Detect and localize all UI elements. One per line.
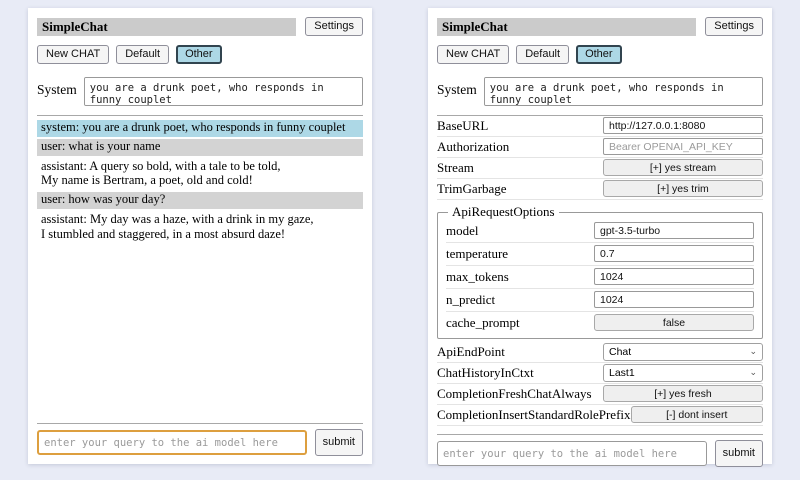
divider [37, 423, 363, 424]
trimgarbage-label: TrimGarbage [437, 181, 603, 197]
completion-insert-toggle-button[interactable]: [-] dont insert [631, 406, 763, 423]
api-endpoint-selected-value: Chat [609, 346, 631, 358]
stream-toggle-button[interactable]: [+] yes stream [603, 159, 763, 176]
setting-row-trimgarbage: TrimGarbage [+] yes trim [437, 179, 763, 200]
setting-row-baseurl: BaseURL [437, 116, 763, 137]
max-tokens-input[interactable] [594, 268, 754, 285]
settings-button[interactable]: Settings [705, 17, 763, 36]
divider [437, 434, 763, 435]
chat-history-selected-value: Last1 [609, 367, 635, 379]
setting-row-max-tokens: max_tokens [446, 266, 754, 289]
setting-row-stream: Stream [+] yes stream [437, 158, 763, 179]
query-input[interactable] [37, 430, 307, 455]
setting-row-authorization: Authorization [437, 137, 763, 158]
settings-button[interactable]: Settings [305, 17, 363, 36]
authorization-input[interactable] [603, 138, 763, 155]
setting-row-completion-fresh: CompletionFreshChatAlways [+] yes fresh [437, 384, 763, 405]
temperature-label: temperature [446, 246, 594, 262]
api-endpoint-label: ApiEndPoint [437, 344, 603, 360]
model-input[interactable] [594, 222, 754, 239]
system-prompt-input[interactable]: you are a drunk poet, who responds in fu… [484, 77, 763, 106]
session-default-button[interactable]: Default [116, 45, 169, 64]
chat-panel: SimpleChat Settings New CHAT Default Oth… [28, 8, 372, 464]
titlebar: SimpleChat Settings [37, 17, 363, 36]
settings-panel: SimpleChat Settings New CHAT Default Oth… [428, 8, 772, 464]
stream-label: Stream [437, 160, 603, 176]
session-other-button[interactable]: Other [576, 45, 622, 64]
chat-history-select[interactable]: Last1 ⌄ [603, 364, 763, 382]
chat-message-system: system: you are a drunk poet, who respon… [37, 120, 363, 137]
system-prompt-input[interactable]: you are a drunk poet, who responds in fu… [84, 77, 363, 106]
chat-message-assistant: assistant: A query so bold, with a tale … [37, 158, 363, 191]
temperature-input[interactable] [594, 245, 754, 262]
chat-history-label: ChatHistoryInCtxt [437, 365, 603, 381]
trimgarbage-toggle-button[interactable]: [+] yes trim [603, 180, 763, 197]
n-predict-input[interactable] [594, 291, 754, 308]
submit-button[interactable]: submit [315, 429, 363, 456]
system-prompt-row: System you are a drunk poet, who respond… [37, 77, 363, 106]
chat-message-list: system: you are a drunk poet, who respon… [37, 120, 363, 245]
new-chat-button[interactable]: New CHAT [37, 45, 109, 64]
api-request-options-group: ApiRequestOptions model temperature max_… [437, 204, 763, 339]
session-buttons: New CHAT Default Other [437, 45, 763, 64]
divider [37, 115, 363, 116]
titlebar: SimpleChat Settings [437, 17, 763, 36]
setting-row-temperature: temperature [446, 243, 754, 266]
model-label: model [446, 223, 594, 239]
chat-message-user: user: what is your name [37, 139, 363, 156]
chevron-down-icon: ⌄ [749, 368, 757, 377]
cache-prompt-toggle-button[interactable]: false [594, 314, 754, 331]
cache-prompt-label: cache_prompt [446, 315, 594, 331]
app-title: SimpleChat [37, 18, 296, 36]
setting-row-chat-history: ChatHistoryInCtxt Last1 ⌄ [437, 363, 763, 384]
session-buttons: New CHAT Default Other [37, 45, 363, 64]
completion-fresh-toggle-button[interactable]: [+] yes fresh [603, 385, 763, 402]
query-row: submit [37, 429, 363, 456]
session-default-button[interactable]: Default [516, 45, 569, 64]
authorization-label: Authorization [437, 139, 603, 155]
chat-message-assistant: assistant: My day was a haze, with a dri… [37, 211, 363, 244]
new-chat-button[interactable]: New CHAT [437, 45, 509, 64]
system-prompt-row: System you are a drunk poet, who respond… [437, 77, 763, 106]
completion-insert-label: CompletionInsertStandardRolePrefix [437, 407, 631, 423]
system-label: System [437, 77, 477, 98]
baseurl-input[interactable] [603, 117, 763, 134]
system-label: System [37, 77, 77, 98]
setting-row-api-endpoint: ApiEndPoint Chat ⌄ [437, 342, 763, 363]
setting-row-n-predict: n_predict [446, 289, 754, 312]
chevron-down-icon: ⌄ [749, 347, 757, 356]
api-endpoint-select[interactable]: Chat ⌄ [603, 343, 763, 361]
submit-button[interactable]: submit [715, 440, 763, 467]
query-row: submit [437, 440, 763, 467]
max-tokens-label: max_tokens [446, 269, 594, 285]
app-title: SimpleChat [437, 18, 696, 36]
chat-message-user: user: how was your day? [37, 192, 363, 209]
completion-fresh-label: CompletionFreshChatAlways [437, 386, 603, 402]
setting-row-cache-prompt: cache_prompt false [446, 312, 754, 334]
query-input[interactable] [437, 441, 707, 466]
api-request-options-legend: ApiRequestOptions [448, 204, 559, 220]
n-predict-label: n_predict [446, 292, 594, 308]
setting-row-model: model [446, 220, 754, 243]
session-other-button[interactable]: Other [176, 45, 222, 64]
baseurl-label: BaseURL [437, 118, 603, 134]
setting-row-completion-insert: CompletionInsertStandardRolePrefix [-] d… [437, 405, 763, 426]
